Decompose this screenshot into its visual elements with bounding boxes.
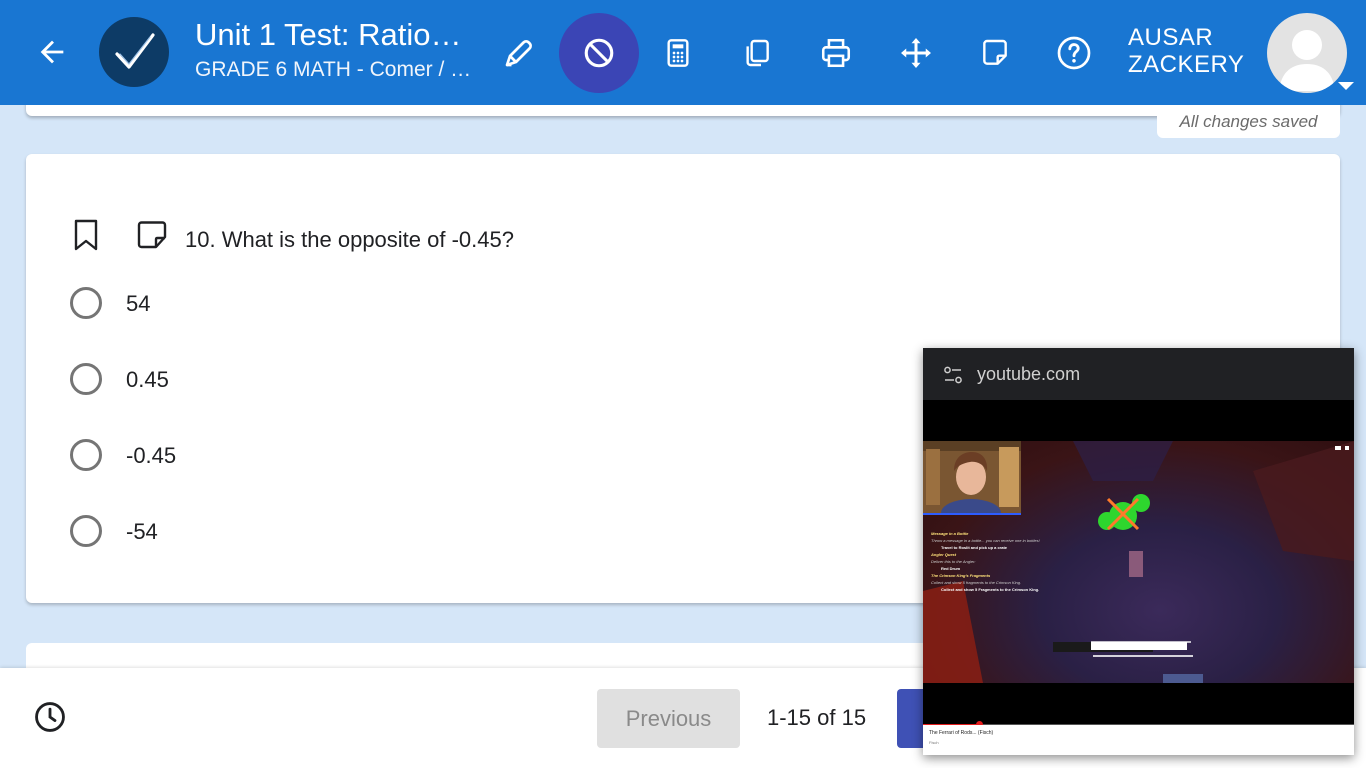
question-note-icon[interactable] bbox=[136, 220, 168, 250]
quest-title: The Crimson King's Fragments bbox=[931, 573, 991, 578]
test-title: Unit 1 Test: Ratio… bbox=[195, 17, 462, 52]
quest-title: Message in a Bottle bbox=[931, 531, 969, 536]
calculator-button[interactable] bbox=[638, 13, 718, 93]
answer-option[interactable]: 54 bbox=[68, 284, 568, 324]
move-icon bbox=[901, 38, 931, 68]
question-text: 10. What is the opposite of -0.45? bbox=[185, 227, 514, 252]
radio-button[interactable] bbox=[70, 287, 102, 319]
answer-option[interactable]: -54 bbox=[68, 512, 568, 552]
quest-task: Travel to Roslit and pick up a crate bbox=[941, 545, 1008, 550]
notes-button[interactable] bbox=[955, 13, 1035, 93]
highlighter-icon bbox=[505, 40, 532, 67]
answer-option-label: -0.45 bbox=[126, 443, 177, 468]
answer-option-label: 0.45 bbox=[126, 367, 169, 392]
video-frame[interactable]: Message in a Bottle Throw a message in a… bbox=[923, 441, 1354, 683]
radio-button[interactable] bbox=[70, 439, 102, 471]
answer-eliminator-button[interactable] bbox=[559, 13, 639, 93]
arrow-left-icon bbox=[40, 40, 64, 64]
answer-option[interactable]: 0.45 bbox=[68, 360, 568, 400]
account-menu-caret-icon[interactable] bbox=[1338, 82, 1354, 90]
video-info-bar: The Ferrari of Rods... (Fisch) Fisch bbox=[923, 725, 1354, 755]
highlighter-tool-button[interactable] bbox=[479, 13, 559, 93]
previous-button[interactable]: Previous bbox=[597, 689, 740, 748]
title-block: Unit 1 Test: Ratio… GRADE 6 MATH - Comer… bbox=[195, 16, 485, 84]
print-button[interactable] bbox=[796, 13, 876, 93]
user-name: AUSAR ZACKERY bbox=[1128, 24, 1244, 78]
copy-icon bbox=[746, 39, 769, 67]
save-status: All changes saved bbox=[1157, 106, 1340, 138]
top-bar: Unit 1 Test: Ratio… GRADE 6 MATH - Comer… bbox=[0, 0, 1366, 105]
picture-in-picture-window[interactable]: youtube.com Message in a Bottle Throw a … bbox=[923, 348, 1354, 755]
quest-description: Collect and show 5 fragments to the Crim… bbox=[931, 580, 1022, 585]
bookmark-icon[interactable] bbox=[72, 218, 100, 252]
user-first-name: AUSAR bbox=[1128, 24, 1214, 51]
reference-sheet-button[interactable] bbox=[717, 13, 797, 93]
checkmark-logo-icon bbox=[115, 33, 155, 69]
pip-header: youtube.com bbox=[923, 348, 1354, 400]
radio-button[interactable] bbox=[70, 363, 102, 395]
person-icon bbox=[1279, 30, 1335, 91]
quest-task: Red Drum bbox=[941, 566, 961, 571]
app-logo bbox=[99, 17, 169, 87]
calculator-icon bbox=[667, 39, 689, 67]
quest-list-overlay: Message in a Bottle Throw a message in a… bbox=[931, 530, 1071, 593]
quest-description: Throw a message in a bottle... you can r… bbox=[931, 538, 1040, 543]
answer-option-label: 54 bbox=[126, 291, 151, 316]
clock-icon[interactable] bbox=[33, 700, 67, 734]
answer-option-label: -54 bbox=[126, 519, 158, 544]
radio-button[interactable] bbox=[70, 515, 102, 547]
move-button[interactable] bbox=[876, 13, 956, 93]
video-channel: Fisch bbox=[929, 740, 939, 745]
quest-title: Angler Quest bbox=[931, 552, 957, 557]
quest-task: Collect and show 5 Fragments to the Crim… bbox=[941, 587, 1040, 592]
page-count: 1-15 of 15 bbox=[767, 705, 867, 730]
pip-site-label: youtube.com bbox=[977, 364, 1081, 384]
help-button[interactable] bbox=[1034, 13, 1114, 93]
quest-description: Deliver this to the Angler: bbox=[931, 559, 976, 564]
course-subtitle: GRADE 6 MATH - Comer / … bbox=[195, 58, 472, 81]
help-icon bbox=[1057, 36, 1091, 70]
back-button[interactable] bbox=[28, 30, 76, 74]
block-icon bbox=[584, 38, 614, 68]
sticky-note-icon bbox=[983, 39, 1007, 65]
site-settings-icon[interactable] bbox=[943, 365, 963, 385]
print-icon bbox=[821, 38, 851, 68]
video-title: The Ferrari of Rods... (Fisch) bbox=[929, 730, 994, 736]
answer-option[interactable]: -0.45 bbox=[68, 436, 568, 476]
user-avatar[interactable] bbox=[1267, 13, 1347, 93]
user-last-name: ZACKERY bbox=[1128, 51, 1245, 78]
